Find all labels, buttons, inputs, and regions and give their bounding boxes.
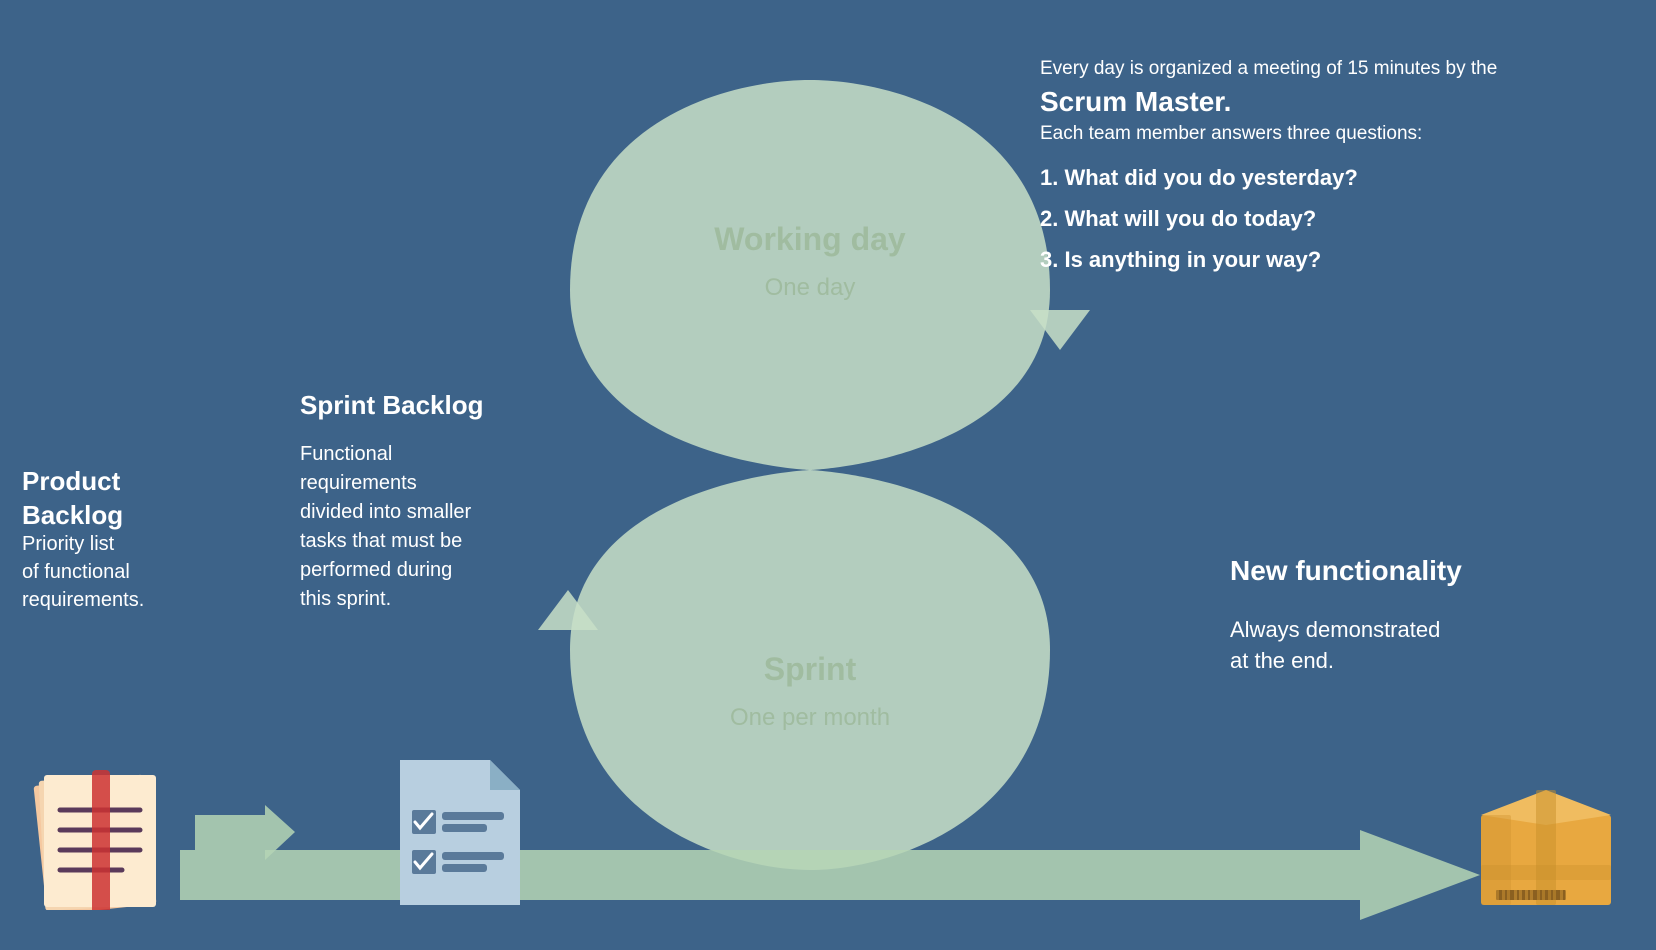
new-functionality-title: New functionality xyxy=(1230,555,1610,587)
product-backlog-title: Product Backlog xyxy=(22,465,222,533)
scrum-master-text: Scrum Master. xyxy=(1040,86,1231,117)
question-1: 1. What did you do yesterday? xyxy=(1040,161,1600,194)
question-2: 2. What will you do today? xyxy=(1040,202,1600,235)
main-container: Working day One day Sprint One per month… xyxy=(0,0,1656,950)
new-functionality-body: Always demonstrated at the end. xyxy=(1230,615,1590,677)
svg-text:Working day: Working day xyxy=(714,221,906,257)
svg-text:One day: One day xyxy=(765,274,856,301)
bottom-arrow xyxy=(180,830,1480,920)
small-arrow-1 xyxy=(195,805,295,860)
sprint-backlog-body: Functional requirements divided into sma… xyxy=(300,440,570,614)
product-backlog-icon xyxy=(22,750,182,910)
svg-text:One per month: One per month xyxy=(730,704,890,731)
daily-scrum-intro: Every day is organized a meeting of 15 m… xyxy=(1040,58,1497,79)
delivery-box-icon xyxy=(1466,750,1626,910)
daily-scrum-followup: Each team member answers three questions… xyxy=(1040,123,1422,144)
question-3: 3. Is anything in your way? xyxy=(1040,243,1600,276)
svg-text:Sprint: Sprint xyxy=(764,651,857,687)
product-backlog-body: Priority list of functional requirements… xyxy=(22,530,232,614)
daily-scrum-block: Every day is organized a meeting of 15 m… xyxy=(1040,55,1600,276)
sprint-backlog-title: Sprint Backlog xyxy=(300,390,560,421)
sprint-backlog-icon xyxy=(390,750,530,910)
